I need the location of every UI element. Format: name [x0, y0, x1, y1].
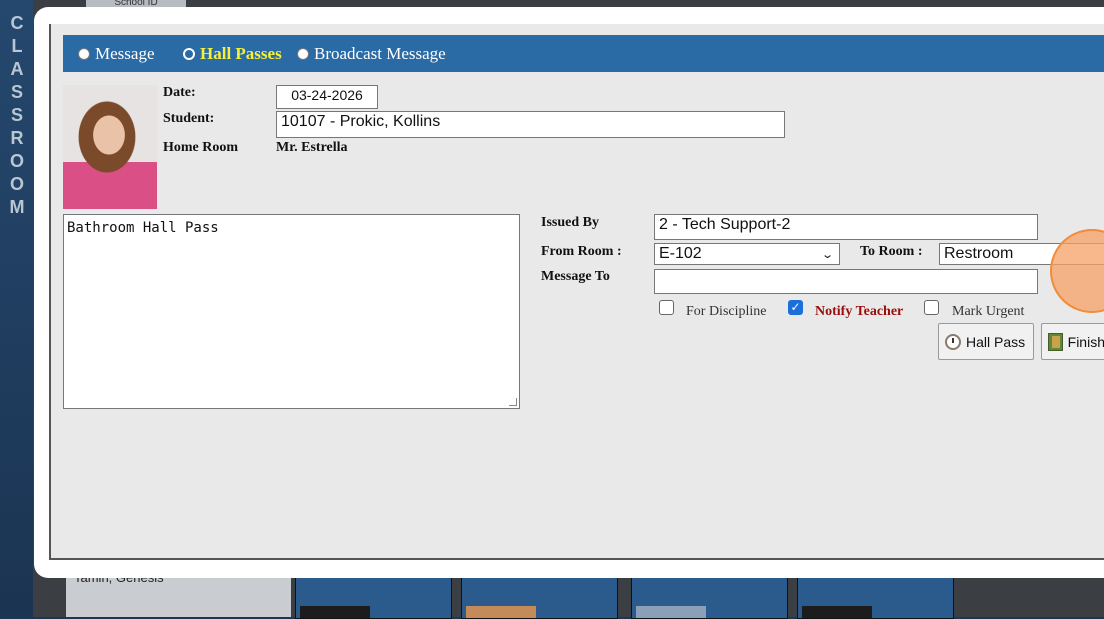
date-field[interactable]: 03-24-2026: [276, 85, 378, 109]
card-photo: [636, 606, 706, 618]
message-body-text: Bathroom Hall Pass: [67, 220, 219, 236]
from-room-value: E-102: [659, 245, 702, 262]
card-photo: [300, 606, 370, 618]
hall-pass-modal: Message Hall Passes Broadcast Message Da…: [34, 7, 1104, 578]
hall-pass-button-label: Hall Pass: [966, 333, 1026, 350]
from-room-select[interactable]: E-102 ⌄: [654, 243, 840, 265]
classroom-sidebar: C L A S S R O O M: [0, 0, 33, 617]
sidebar-letter: O: [9, 174, 24, 194]
home-room-value: Mr. Estrella: [276, 140, 348, 155]
student-photo: [63, 85, 157, 209]
chevron-down-icon: ⌄: [820, 248, 834, 261]
clock-icon: [945, 333, 961, 350]
hall-pass-button[interactable]: Hall Pass: [938, 323, 1034, 360]
card-photo: [802, 606, 872, 618]
radio-label: Hall Passes: [200, 43, 282, 63]
from-room-label: From Room :: [541, 244, 622, 259]
radio-hall-passes[interactable]: Hall Passes: [183, 35, 282, 72]
student-field[interactable]: 10107 - Prokic, Kollins: [276, 111, 785, 138]
home-room-label: Home Room: [163, 140, 239, 155]
sidebar-letter: M: [9, 197, 25, 217]
issued-by-label: Issued By: [541, 215, 599, 230]
sidebar-vertical-title: C L A S S R O O M: [9, 12, 25, 219]
radio-circle[interactable]: [78, 47, 90, 60]
sidebar-letter: C: [10, 13, 24, 33]
sidebar-letter: S: [10, 105, 23, 125]
student-card[interactable]: [461, 574, 618, 619]
card-photo: [466, 606, 536, 618]
finish-button-label: Finish: [1067, 333, 1104, 350]
radio-circle[interactable]: [297, 47, 309, 60]
finish-button[interactable]: Finish: [1041, 323, 1104, 360]
radio-label: Message: [95, 43, 155, 63]
radio-broadcast-message[interactable]: Broadcast Message: [297, 35, 446, 72]
for-discipline-checkbox[interactable]: [659, 300, 674, 315]
message-to-label: Message To: [541, 269, 610, 284]
student-card[interactable]: [631, 574, 788, 619]
student-card[interactable]: [295, 574, 452, 619]
sidebar-letter: S: [10, 82, 23, 102]
sidebar-letter: L: [11, 36, 23, 56]
notify-teacher-checkbox[interactable]: ✓: [788, 300, 803, 315]
date-label: Date:: [163, 85, 196, 100]
to-room-value: Restroom: [944, 245, 1014, 262]
for-discipline-label: For Discipline: [686, 304, 767, 319]
radio-label: Broadcast Message: [314, 43, 446, 63]
radio-message[interactable]: Message: [78, 35, 154, 72]
sidebar-letter: A: [10, 59, 24, 79]
sidebar-letter: O: [9, 151, 24, 171]
message-type-bar: Message Hall Passes Broadcast Message: [63, 35, 1104, 72]
notify-teacher-label: Notify Teacher: [815, 304, 904, 319]
radio-circle[interactable]: [183, 47, 195, 60]
message-body-textarea[interactable]: Bathroom Hall Pass: [63, 214, 520, 409]
to-room-label: To Room :: [860, 244, 923, 259]
student-label: Student:: [163, 111, 215, 126]
resize-grip-icon[interactable]: [509, 398, 517, 406]
issued-by-field[interactable]: 2 - Tech Support-2: [654, 214, 1038, 240]
message-to-field[interactable]: [654, 269, 1038, 294]
exit-door-icon: [1048, 332, 1063, 351]
sidebar-letter: R: [10, 128, 24, 148]
student-card[interactable]: [797, 574, 954, 619]
hall-pass-panel: Message Hall Passes Broadcast Message Da…: [49, 24, 1104, 560]
mark-urgent-label: Mark Urgent: [952, 304, 1025, 319]
mark-urgent-checkbox[interactable]: [924, 300, 939, 315]
